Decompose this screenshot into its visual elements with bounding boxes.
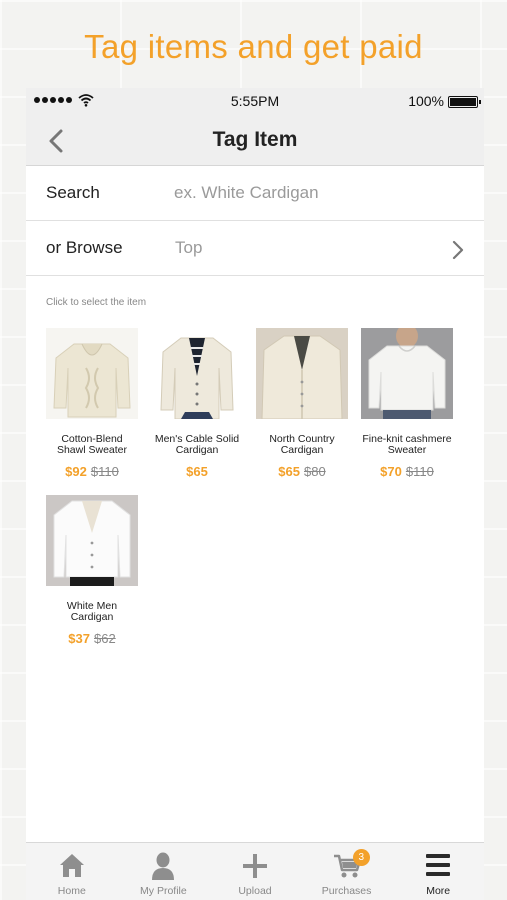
item-name: North Country Cardigan	[269, 433, 335, 456]
tab-label: Purchases	[321, 885, 372, 897]
tab-purchases[interactable]: 3 Purchases	[301, 843, 393, 900]
item-price: $65	[278, 464, 300, 479]
phone-screen: 5:55PM 100% Tag Item Search or Browse To…	[26, 88, 484, 900]
chevron-right-icon	[452, 240, 464, 260]
item-original-price: $80	[304, 464, 326, 479]
item-original-price: $110	[405, 464, 434, 479]
item-price: $37	[68, 631, 90, 646]
item-original-price: $110	[90, 464, 119, 479]
item-card[interactable]: Cotton-Blend Shawl Sweater $92 $110	[46, 328, 138, 479]
item-card[interactable]: White Men Cardigan $37 $62	[46, 495, 138, 646]
tab-label: My Profile	[140, 885, 187, 897]
menu-icon	[426, 854, 451, 876]
home-icon	[59, 854, 84, 877]
search-input[interactable]	[174, 176, 464, 210]
item-card[interactable]: Fine-knit cashmere Sweater $70 $110	[361, 324, 453, 479]
sweater-image	[46, 328, 138, 419]
tab-home[interactable]: Home	[26, 843, 118, 900]
item-name: White Men Cardigan	[66, 600, 118, 623]
item-price: $70	[380, 464, 402, 479]
item-price: $92	[65, 464, 87, 479]
item-card[interactable]: Men's Cable Solid Cardigan $65	[151, 328, 243, 479]
tab-label: More	[426, 885, 451, 897]
sweater-image	[361, 324, 453, 419]
search-label: Search	[46, 183, 100, 202]
promo-banner: Tag items and get paid	[84, 28, 423, 65]
item-name: Men's Cable Solid Cardigan	[154, 433, 240, 456]
profile-icon	[152, 852, 175, 880]
page-title: Tag Item	[212, 128, 298, 151]
item-price: $65	[186, 464, 208, 479]
tab-upload[interactable]: Upload	[209, 843, 301, 900]
browse-label: or Browse	[46, 238, 123, 257]
item-original-price: $62	[94, 631, 116, 646]
status-bar: 5:55PM 100%	[26, 88, 484, 114]
select-hint: Click to select the item	[46, 297, 147, 308]
search-row: Search	[26, 166, 484, 221]
tab-label: Home	[57, 885, 86, 897]
browse-category-value: Top	[175, 238, 203, 257]
cardigan-image	[46, 495, 138, 586]
cardigan-image	[256, 328, 348, 420]
navigation-bar: Tag Item	[26, 114, 484, 166]
item-card[interactable]: North Country Cardigan $65 $80	[256, 328, 348, 479]
battery-icon	[448, 96, 481, 108]
tab-label: Upload	[238, 885, 272, 897]
item-name: Fine-knit cashmere Sweater	[362, 433, 452, 456]
browse-row[interactable]: or Browse Top	[26, 221, 484, 276]
tab-bar: Home My Profile Upload 3 Purchases More	[26, 842, 484, 900]
item-grid: Cotton-Blend Shawl Sweater $92 $110 Men's…	[46, 324, 484, 646]
plus-icon	[242, 854, 267, 878]
tab-more[interactable]: More	[392, 843, 484, 900]
purchases-badge: 3	[352, 849, 370, 866]
tab-my-profile[interactable]: My Profile	[118, 843, 210, 900]
item-name: Cotton-Blend Shawl Sweater	[56, 433, 128, 456]
cardigan-image	[151, 328, 243, 420]
battery-percent: 100%	[408, 93, 444, 109]
